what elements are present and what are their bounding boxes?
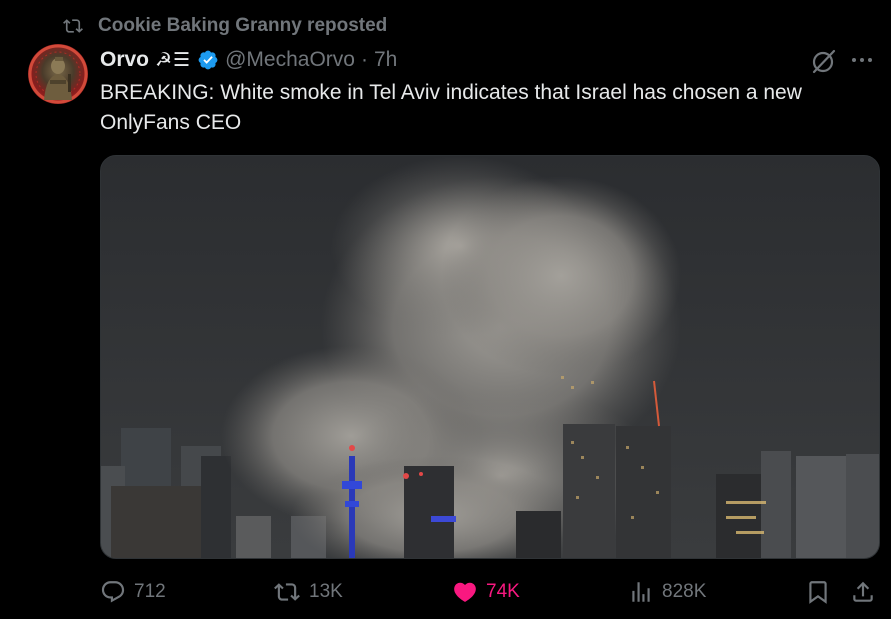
post-image[interactable] [100, 155, 880, 559]
like-count: 74K [486, 581, 520, 602]
display-name[interactable]: Orvo [100, 48, 149, 72]
views-button[interactable]: 828K [628, 574, 706, 610]
repost-count: 13K [309, 581, 343, 602]
author-handle[interactable]: @MechaOrvo [225, 48, 355, 72]
social-context[interactable]: Cookie Baking Granny reposted [62, 12, 387, 40]
analytics-icon [628, 579, 654, 605]
repost-button[interactable]: 13K [273, 574, 343, 610]
share-button[interactable] [850, 574, 876, 610]
like-button[interactable]: 74K [452, 574, 520, 610]
verified-badge-icon[interactable] [197, 49, 219, 71]
grok-icon[interactable] [810, 47, 838, 75]
more-options-icon[interactable] [848, 46, 876, 74]
repost-icon [62, 16, 84, 36]
avatar[interactable] [28, 44, 88, 104]
reply-button[interactable]: 712 [100, 574, 166, 610]
post-actions: 712 13K 74K 828K [100, 574, 880, 610]
social-context-text: Cookie Baking Granny reposted [98, 15, 388, 36]
heart-icon [452, 579, 478, 605]
bookmark-button[interactable] [805, 574, 831, 610]
post-header: Orvo ☭☰ @MechaOrvo · 7h [100, 44, 397, 76]
post-time[interactable]: 7h [374, 48, 397, 72]
reply-icon [100, 579, 126, 605]
bookmark-icon [805, 579, 831, 605]
separator-dot: · [360, 48, 368, 71]
reply-count: 712 [134, 581, 166, 602]
post-text: BREAKING: White smoke in Tel Aviv indica… [100, 81, 802, 134]
share-icon [850, 579, 876, 605]
name-emoji: ☭☰ [155, 49, 192, 71]
views-count: 828K [662, 581, 707, 602]
repost-action-icon [273, 579, 301, 605]
